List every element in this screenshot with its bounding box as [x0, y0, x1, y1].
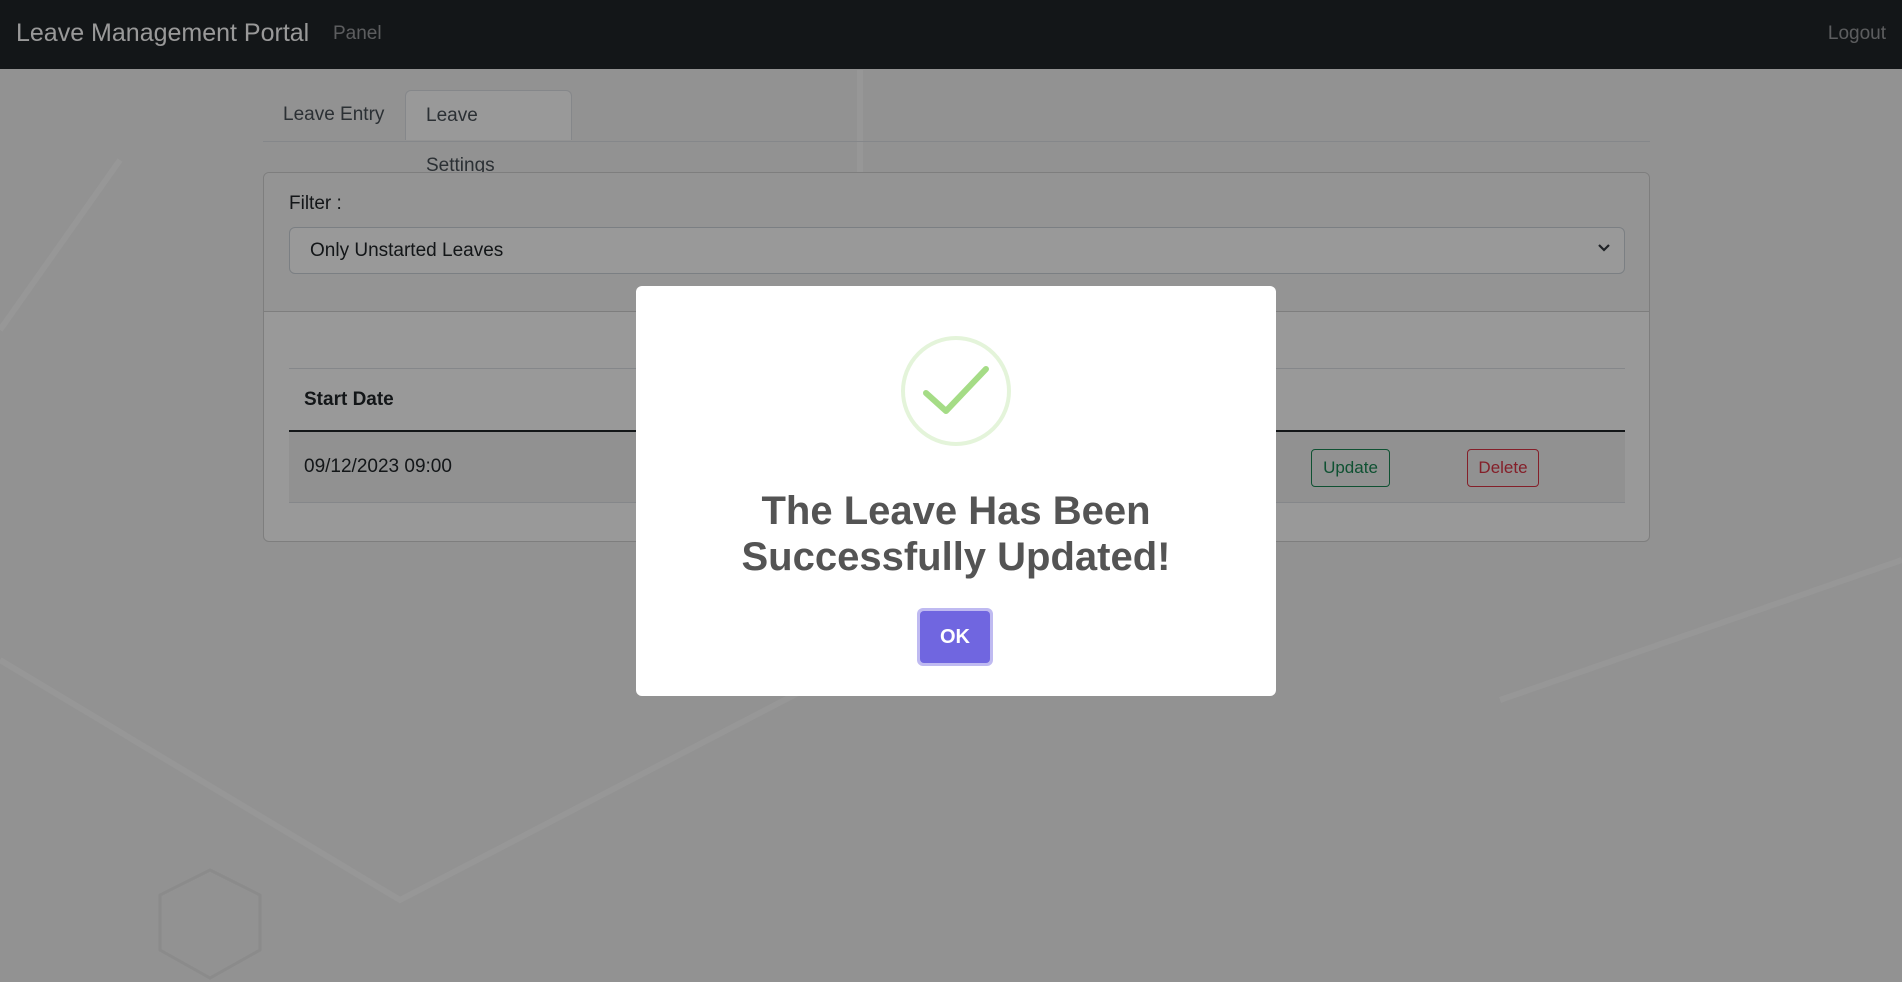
- success-check-icon: [901, 336, 1011, 446]
- success-dialog: The Leave Has Been Successfully Updated!…: [636, 286, 1276, 696]
- ok-button[interactable]: OK: [917, 608, 993, 666]
- dialog-title: The Leave Has Been Successfully Updated!: [741, 489, 1171, 579]
- ok-button-label: OK: [920, 611, 990, 663]
